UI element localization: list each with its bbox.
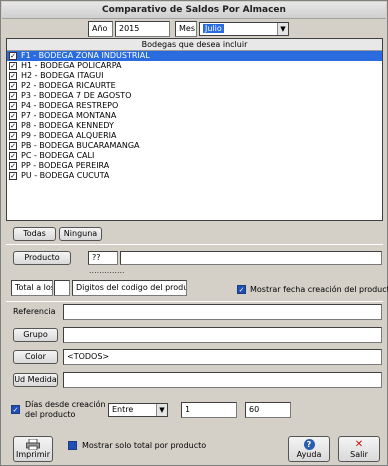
print-button[interactable]: Imprimir — [13, 436, 53, 462]
select-all-button[interactable]: Todas — [13, 227, 56, 241]
printer-icon — [26, 439, 40, 450]
warehouse-label: P7 - BODEGA MONTANA — [21, 111, 117, 120]
days-operator-value: Entre — [112, 405, 134, 414]
warehouse-checkbox[interactable]: ✓ — [9, 92, 17, 100]
year-input[interactable]: 2015 — [115, 21, 170, 37]
warehouse-label: PP - BODEGA PEREIRA — [21, 161, 110, 170]
days-label-line1: Días desde creación — [25, 400, 106, 409]
warehouse-label: P2 - BODEGA RICAURTE — [21, 81, 116, 90]
chevron-down-icon[interactable]: ▼ — [156, 404, 167, 416]
exit-label: Salir — [350, 450, 368, 459]
warehouse-checkbox[interactable]: ✓ — [9, 72, 17, 80]
unit-button[interactable]: Ud Medida — [13, 373, 58, 387]
warehouse-label: PC - BODEGA CALI — [21, 151, 95, 160]
group-button[interactable]: Grupo — [13, 328, 58, 342]
warehouse-label: P8 - BODEGA KENNEDY — [21, 121, 114, 130]
product-dotted: .............. — [89, 266, 125, 275]
warehouse-item[interactable]: ✓ PU - BODEGA CUCUTA — [7, 171, 382, 181]
warehouse-checkbox[interactable]: ✓ — [9, 112, 17, 120]
warehouse-checkbox[interactable]: ✓ — [9, 52, 17, 60]
days-checkbox[interactable]: ✓ — [11, 405, 20, 414]
unit-input[interactable] — [63, 372, 382, 388]
warehouse-label: PB - BODEGA BUCARAMANGA — [21, 141, 140, 150]
reference-label: Referencia — [13, 307, 56, 316]
select-none-button[interactable]: Ninguna — [59, 227, 102, 241]
warehouse-label: F1 - BODEGA ZONA INDUSTRIAL — [21, 51, 150, 60]
divider — [6, 244, 383, 245]
product-name-input[interactable] — [120, 251, 382, 265]
exit-icon: ✕ — [354, 439, 364, 450]
digits-label: Total a los — [11, 280, 53, 296]
warehouse-item[interactable]: ✓ P3 - BODEGA 7 DE AGOSTO — [7, 91, 382, 101]
warehouse-item[interactable]: ✓ PB - BODEGA BUCARAMANGA — [7, 141, 382, 151]
warehouse-rows: ✓ F1 - BODEGA ZONA INDUSTRIAL ✓ H1 - BODEGA… — [7, 51, 382, 181]
warehouse-list[interactable]: Bodegas que desea incluir ✓ F1 - BODEGA Z… — [6, 38, 383, 221]
warehouse-item[interactable]: ✓ P9 - BODEGA ALQUERIA — [7, 131, 382, 141]
warehouse-checkbox[interactable]: ✓ — [9, 122, 17, 130]
product-code-input[interactable]: ?? — [88, 251, 118, 265]
digits-hint: Digitos del codigo del producto — [72, 280, 187, 296]
warehouse-checkbox[interactable]: ✓ — [9, 82, 17, 90]
warehouse-label: P4 - BODEGA RESTREPO — [21, 101, 119, 110]
window-title: Comparativo de Saldos Por Almacen — [2, 2, 386, 19]
year-label: Año — [88, 21, 113, 37]
warehouse-label: P3 - BODEGA 7 DE AGOSTO — [21, 91, 132, 100]
warehouse-item[interactable]: ✓ PP - BODEGA PEREIRA — [7, 161, 382, 171]
warehouse-item[interactable]: ✓ PC - BODEGA CALI — [7, 151, 382, 161]
warehouse-list-header: Bodegas que desea incluir — [7, 39, 382, 51]
warehouse-item[interactable]: ✓ P2 - BODEGA RICAURTE — [7, 81, 382, 91]
report-window: Comparativo de Saldos Por Almacen Año 20… — [0, 0, 388, 466]
warehouse-item[interactable]: ✓ P7 - BODEGA MONTANA — [7, 111, 382, 121]
days-to-input[interactable]: 60 — [245, 402, 291, 418]
digits-input[interactable] — [54, 280, 70, 296]
color-input[interactable]: <TODOS> — [63, 349, 382, 365]
warehouse-checkbox[interactable]: ✓ — [9, 172, 17, 180]
warehouse-checkbox[interactable]: ✓ — [9, 132, 17, 140]
days-operator-select[interactable]: Entre ▼ — [108, 403, 168, 417]
help-icon: ? — [303, 439, 315, 450]
month-label: Mes — [175, 21, 197, 37]
days-from-input[interactable]: 1 — [181, 402, 237, 418]
reference-input[interactable] — [63, 304, 382, 320]
warehouse-item[interactable]: ✓ H2 - BODEGA ITAGUI — [7, 71, 382, 81]
warehouse-label: PU - BODEGA CUCUTA — [21, 171, 110, 180]
warehouse-checkbox[interactable]: ✓ — [9, 62, 17, 70]
days-label-line2: del producto — [25, 410, 76, 419]
month-value: Julio — [203, 24, 224, 33]
warehouse-checkbox[interactable]: ✓ — [9, 102, 17, 110]
show-creation-date-label: Mostrar fecha creación del producto — [250, 285, 388, 294]
help-button[interactable]: ? Ayuda — [288, 436, 330, 462]
warehouse-checkbox[interactable]: ✓ — [9, 152, 17, 160]
divider — [6, 301, 383, 302]
only-total-label: Mostrar solo total por producto — [82, 441, 207, 450]
warehouse-label: H1 - BODEGA POLICARPA — [21, 61, 122, 70]
exit-button[interactable]: ✕ Salir — [338, 436, 380, 462]
warehouse-label: H2 - BODEGA ITAGUI — [21, 71, 104, 80]
show-creation-date-checkbox[interactable]: ✓ — [237, 285, 246, 294]
color-button[interactable]: Color — [13, 350, 58, 364]
print-label: Imprimir — [15, 450, 51, 459]
warehouse-item[interactable]: ✓ P8 - BODEGA KENNEDY — [7, 121, 382, 131]
month-select[interactable]: Julio ▼ — [199, 22, 289, 36]
warehouse-label: P9 - BODEGA ALQUERIA — [21, 131, 117, 140]
warehouse-item[interactable]: ✓ H1 - BODEGA POLICARPA — [7, 61, 382, 71]
warehouse-item[interactable]: ✓ F1 - BODEGA ZONA INDUSTRIAL — [7, 51, 382, 61]
warehouse-checkbox[interactable]: ✓ — [9, 142, 17, 150]
group-input[interactable] — [63, 327, 382, 343]
only-total-checkbox[interactable] — [68, 441, 77, 450]
warehouse-item[interactable]: ✓ P4 - BODEGA RESTREPO — [7, 101, 382, 111]
warehouse-checkbox[interactable]: ✓ — [9, 162, 17, 170]
chevron-down-icon[interactable]: ▼ — [277, 23, 288, 35]
product-button[interactable]: Producto — [13, 251, 71, 265]
help-label: Ayuda — [296, 450, 322, 459]
